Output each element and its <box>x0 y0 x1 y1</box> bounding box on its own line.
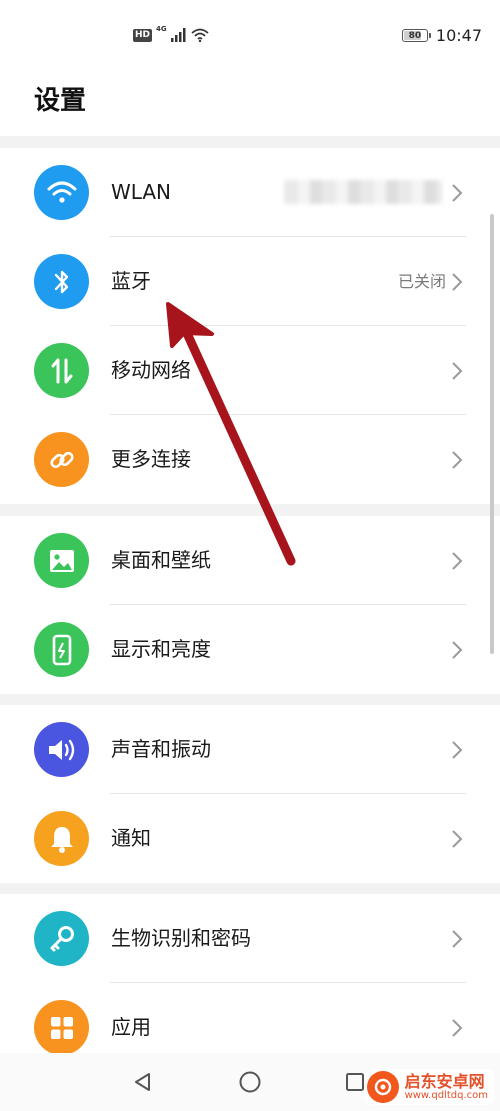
sound-icon <box>34 722 89 777</box>
key-icon <box>34 911 89 966</box>
chevron-right-icon <box>452 362 463 380</box>
scrollbar[interactable] <box>490 214 494 654</box>
watermark: 启东安卓网 www.qdltdq.com <box>364 1069 494 1105</box>
chevron-right-icon <box>452 273 463 291</box>
bluetooth-status: 已关闭 <box>397 272 446 291</box>
settings-row-notifications[interactable]: 通知 <box>0 794 500 883</box>
status-bar: HD 4G 80 10:47 <box>0 0 500 76</box>
settings-group-sound: 声音和振动 通知 <box>0 705 500 883</box>
chevron-right-icon <box>452 184 463 202</box>
settings-row-label: 声音和振动 <box>111 737 211 761</box>
recents-square-icon <box>346 1073 364 1091</box>
settings-row-apps[interactable]: 应用 <box>0 983 500 1053</box>
settings-row-sound[interactable]: 声音和振动 <box>0 705 500 794</box>
battery-level: 80 <box>408 30 422 41</box>
back-triangle-icon <box>135 1073 150 1091</box>
settings-row-label: 通知 <box>111 826 151 850</box>
chevron-right-icon <box>452 1019 463 1037</box>
chevron-right-icon <box>452 741 463 759</box>
chevron-right-icon <box>452 641 463 659</box>
page-title: 设置 <box>34 86 87 116</box>
bluetooth-icon <box>34 254 89 309</box>
settings-row-label: 应用 <box>111 1015 151 1039</box>
settings-row-label: 移动网络 <box>111 358 191 382</box>
wallpaper-icon <box>34 533 89 588</box>
settings-row-wallpaper[interactable]: 桌面和壁纸 <box>0 516 500 605</box>
settings-row-label: 蓝牙 <box>111 269 151 293</box>
wifi-icon <box>34 165 89 220</box>
page-header: 设置 <box>0 76 500 136</box>
signal-indicators: HD 4G <box>133 25 209 42</box>
settings-row-bluetooth[interactable]: 蓝牙 已关闭 <box>0 237 500 326</box>
home-circle-icon <box>239 1071 261 1093</box>
hd-badge: HD <box>133 28 153 42</box>
chevron-right-icon <box>452 930 463 948</box>
chevron-right-icon <box>452 830 463 848</box>
status-right: 80 10:47 <box>401 26 482 45</box>
home-button[interactable] <box>233 1065 267 1099</box>
settings-row-label: WLAN <box>111 180 172 204</box>
settings-group-connectivity: WLAN 蓝牙 已关闭 移动网络 更多连接 <box>0 148 500 504</box>
display-icon <box>34 622 89 677</box>
settings-row-mobile-network[interactable]: 移动网络 <box>0 326 500 415</box>
apps-icon <box>34 1000 89 1053</box>
back-button[interactable] <box>126 1065 160 1099</box>
settings-row-label: 桌面和壁纸 <box>111 548 211 572</box>
chevron-right-icon <box>452 451 463 469</box>
cell-signal-icon <box>170 28 186 42</box>
settings-row-display[interactable]: 显示和亮度 <box>0 605 500 694</box>
mobile-data-icon <box>34 343 89 398</box>
watermark-logo-icon <box>366 1071 399 1103</box>
watermark-text: 启东安卓网 www.qdltdq.com <box>405 1073 488 1102</box>
settings-row-label: 更多连接 <box>111 447 191 471</box>
watermark-name: 启东安卓网 <box>404 1071 485 1091</box>
settings-row-label: 显示和亮度 <box>111 637 211 661</box>
settings-group-security: 生物识别和密码 应用 <box>0 894 500 1053</box>
chevron-right-icon <box>452 552 463 570</box>
network-type: 4G <box>156 25 167 33</box>
settings-group-display: 桌面和壁纸 显示和亮度 <box>0 516 500 694</box>
settings-row-biometrics[interactable]: 生物识别和密码 <box>0 894 500 983</box>
settings-row-label: 生物识别和密码 <box>111 926 251 950</box>
settings-row-more-connections[interactable]: 更多连接 <box>0 415 500 504</box>
wifi-status-icon <box>191 28 209 42</box>
settings-row-wlan[interactable]: WLAN <box>0 148 500 237</box>
bell-icon <box>34 811 89 866</box>
wlan-network-name-blurred <box>284 180 442 204</box>
clock: 10:47 <box>435 26 482 45</box>
watermark-url: www.qdltdq.com <box>404 1090 488 1102</box>
battery-icon: 80 <box>401 29 431 42</box>
link-icon <box>34 432 89 487</box>
